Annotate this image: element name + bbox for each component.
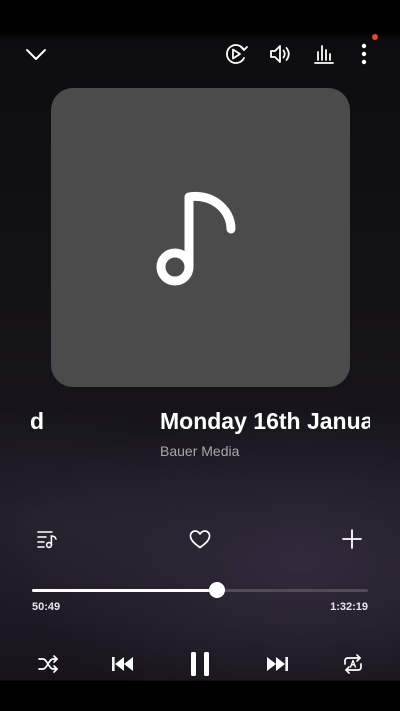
equalizer-icon [314, 45, 334, 64]
previous-icon [112, 657, 133, 671]
repeat-button[interactable] [339, 650, 367, 678]
seek-bar-progress [32, 589, 217, 592]
heart-icon [189, 530, 211, 549]
seek-bar[interactable] [32, 582, 368, 598]
navigation-bar-area [0, 681, 400, 711]
music-note-icon [156, 191, 235, 285]
status-bar [0, 0, 400, 32]
favorite-button[interactable] [185, 524, 215, 554]
equalizer-button[interactable] [308, 38, 340, 70]
elapsed-time: 50:49 [32, 601, 61, 613]
add-icon [342, 529, 362, 549]
volume-icon [270, 45, 290, 63]
track-title: Monday 16th January [160, 408, 370, 434]
next-button[interactable] [262, 650, 292, 678]
cast-icon [226, 44, 248, 64]
seek-bar-thumb[interactable] [208, 582, 225, 598]
collapse-button[interactable] [20, 38, 52, 70]
pause-button[interactable] [182, 646, 218, 682]
cast-button[interactable] [220, 38, 252, 70]
next-icon [267, 657, 288, 671]
more-options-button[interactable] [350, 38, 378, 70]
queue-button[interactable] [32, 524, 62, 554]
more-vertical-icon [361, 43, 367, 65]
top-bar [0, 34, 400, 74]
music-player-screen: d Monday 16th January Bauer Media 50:49 … [0, 0, 400, 711]
repeat-icon [344, 654, 362, 674]
track-title-marquee: d Monday 16th January [30, 404, 370, 440]
shuffle-icon [38, 655, 58, 673]
chevron-down-icon [26, 49, 46, 60]
artist-name[interactable]: Bauer Media [160, 443, 239, 459]
album-art [51, 88, 350, 387]
volume-button[interactable] [264, 38, 296, 70]
add-to-playlist-button[interactable] [337, 524, 367, 554]
shuffle-button[interactable] [34, 650, 62, 678]
notification-dot [372, 34, 378, 40]
previous-track-title: d [30, 408, 45, 434]
total-duration: 1:32:19 [330, 601, 368, 613]
queue-icon [37, 531, 57, 549]
previous-button[interactable] [108, 650, 138, 678]
pause-icon [191, 652, 209, 676]
